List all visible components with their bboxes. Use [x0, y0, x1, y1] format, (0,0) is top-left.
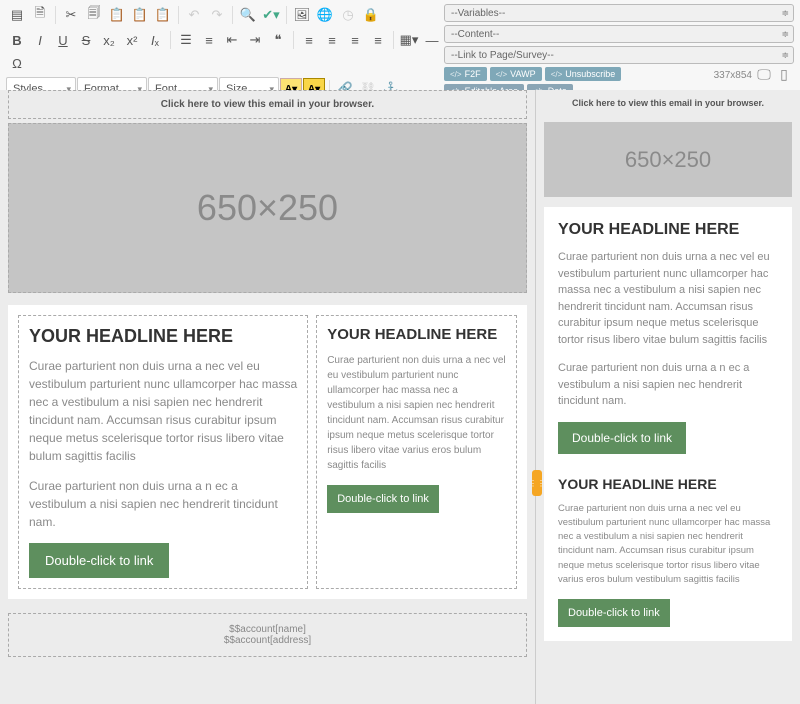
hr-icon[interactable]: — [421, 29, 443, 51]
paste-text-icon[interactable]: 📋 [129, 4, 151, 26]
specialchar-icon[interactable]: Ω [6, 52, 28, 74]
subscript-icon[interactable]: x₂ [98, 29, 120, 51]
tag-unsubscribe[interactable]: Unsubscribe [545, 67, 622, 81]
italic-icon[interactable]: I [29, 29, 51, 51]
footer-block[interactable]: $$account[name] $$account[address] [8, 613, 527, 657]
numlist-icon[interactable]: ☰ [175, 29, 197, 51]
undo-icon[interactable]: ↶ [183, 4, 205, 26]
align-center-icon[interactable]: ≡ [321, 29, 343, 51]
resize-handle[interactable]: ⋮⋮ [532, 470, 542, 496]
preview-cta-2[interactable]: Double-click to link [558, 599, 670, 627]
preview-cta-1[interactable]: Double-click to link [558, 422, 686, 454]
paste-word-icon[interactable]: 📋 [152, 4, 174, 26]
cta-left[interactable]: Double-click to link [29, 543, 169, 578]
linkto-select[interactable]: --Link to Page/Survey-- [444, 46, 794, 64]
strike-icon[interactable]: S [75, 29, 97, 51]
variables-select[interactable]: --Variables-- [444, 4, 794, 22]
footer-account-name: $$account[name] [19, 624, 516, 635]
preview-headline-1: YOUR HEADLINE HERE [558, 221, 778, 239]
preview-block-1: YOUR HEADLINE HERE Curae parturient non … [544, 207, 792, 641]
content-select[interactable]: --Content-- [444, 25, 794, 43]
dimensions-label: 337x854 [714, 70, 752, 81]
globe-icon[interactable]: 🌐 [314, 4, 336, 26]
outdent-icon[interactable]: ⇤ [221, 29, 243, 51]
removeformat-icon[interactable]: Iₓ [144, 29, 166, 51]
redo-icon[interactable]: ↷ [206, 4, 228, 26]
tag-f2f[interactable]: F2F [444, 67, 487, 81]
preview-para-1b: Curae parturient non duis urna a n ec a … [558, 360, 778, 410]
desktop-icon[interactable]: 🖵 [756, 66, 772, 82]
view-in-browser-link[interactable]: Click here to view this email in your br… [8, 90, 527, 119]
column-left[interactable]: YOUR HEADLINE HERE Curae parturient non … [18, 315, 308, 589]
paste-icon[interactable]: 📋 [106, 4, 128, 26]
hero-placeholder[interactable]: 650×250 [8, 123, 527, 293]
mobile-icon[interactable]: ▯ [776, 66, 792, 82]
preview-para-2: Curae parturient non duis urna a nec vel… [558, 502, 778, 588]
copy-icon[interactable]: 🗐 [83, 4, 105, 26]
bulletlist-icon[interactable]: ≡ [198, 29, 220, 51]
para-right: Curae parturient non duis urna a nec vel… [327, 353, 506, 473]
align-left-icon[interactable]: ≡ [298, 29, 320, 51]
bold-icon[interactable]: B [6, 29, 28, 51]
clock-icon[interactable]: ◷ [337, 4, 359, 26]
column-right[interactable]: YOUR HEADLINE HERE Curae parturient non … [316, 315, 517, 589]
align-justify-icon[interactable]: ≡ [367, 29, 389, 51]
para-left-2: Curae parturient non duis urna a n ec a … [29, 477, 297, 531]
toolbar-right: --Variables-- --Content-- --Link to Page… [444, 4, 794, 98]
page-icon[interactable]: 🗎 [29, 4, 51, 26]
align-right-icon[interactable]: ≡ [344, 29, 366, 51]
preview-view-link[interactable]: Click here to view this email in your br… [544, 90, 792, 116]
para-left-1: Curae parturient non duis urna a nec vel… [29, 357, 297, 465]
headline-left: YOUR HEADLINE HERE [29, 326, 297, 347]
editor-pane: Click here to view this email in your br… [0, 90, 535, 704]
preview-pane: Click here to view this email in your br… [535, 90, 800, 704]
source-icon[interactable]: ▤ [6, 4, 28, 26]
table-icon[interactable]: ▦▾ [398, 29, 420, 51]
lock-icon[interactable]: 🔒 [360, 4, 382, 26]
blockquote-icon[interactable]: ❝ [267, 29, 289, 51]
cta-right[interactable]: Double-click to link [327, 485, 439, 513]
workspace: Click here to view this email in your br… [0, 90, 800, 704]
superscript-icon[interactable]: x² [121, 29, 143, 51]
image-icon[interactable]: 🖼 [291, 4, 313, 26]
cut-icon[interactable]: ✂ [60, 4, 82, 26]
toolbar-left: ▤ 🗎 ✂ 🗐 📋 📋 📋 ↶ ↷ 🔍 ✔▾ 🖼 🌐 ◷ 🔒 B I U S [6, 4, 444, 104]
indent-icon[interactable]: ⇥ [244, 29, 266, 51]
spellcheck-icon[interactable]: ✔▾ [260, 4, 282, 26]
footer-account-address: $$account[address] [19, 635, 516, 646]
underline-icon[interactable]: U [52, 29, 74, 51]
preview-para-1a: Curae parturient non duis urna a nec vel… [558, 249, 778, 348]
preview-hero: 650×250 [544, 122, 792, 197]
find-icon[interactable]: 🔍 [237, 4, 259, 26]
tag-vawp[interactable]: VAWP [490, 67, 542, 81]
preview-headline-2: YOUR HEADLINE HERE [558, 476, 778, 492]
headline-right: YOUR HEADLINE HERE [327, 326, 506, 343]
